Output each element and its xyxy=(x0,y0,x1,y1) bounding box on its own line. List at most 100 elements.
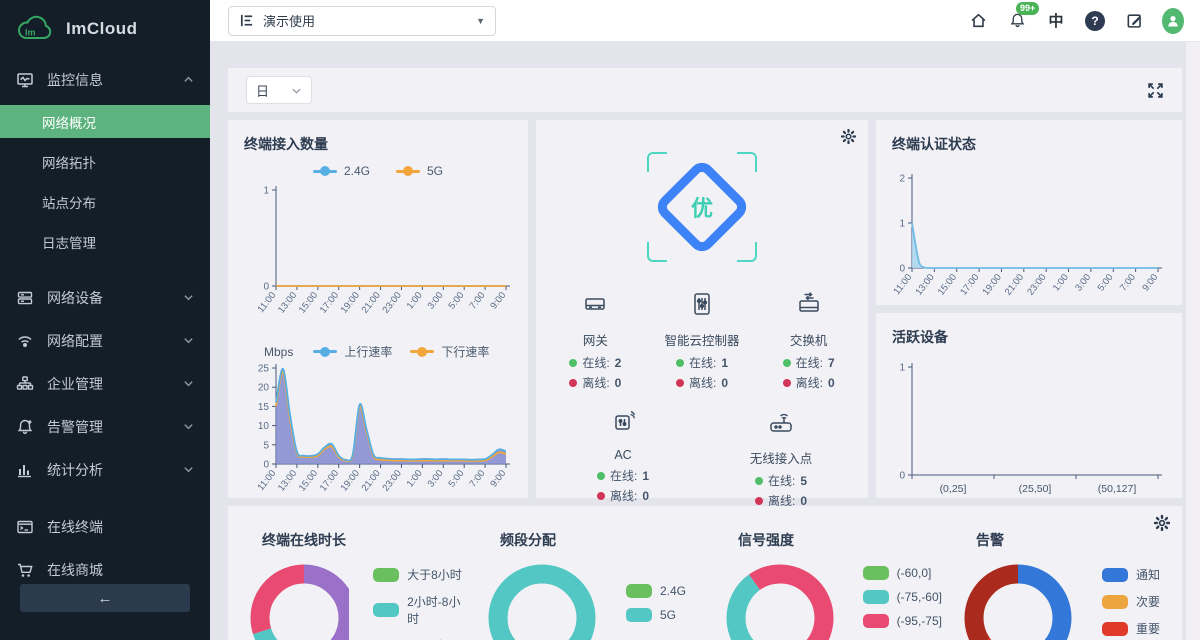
active-devices-chart: 01(0,25](25,50](50,127] xyxy=(876,353,1172,501)
svg-text:15:00: 15:00 xyxy=(297,290,320,316)
sidebar-subitem-network-overview[interactable]: 网络概况 xyxy=(0,105,210,138)
svg-text:11:00: 11:00 xyxy=(255,290,278,315)
section-title: 终端在线时长 xyxy=(262,530,466,550)
online-duration-donut xyxy=(244,558,349,640)
svg-text:23:00: 23:00 xyxy=(381,468,404,494)
gear-icon[interactable] xyxy=(841,129,856,144)
notifications-button[interactable]: 99+ xyxy=(1006,10,1028,32)
gear-icon[interactable] xyxy=(1154,515,1170,531)
sidebar-collapse-button[interactable]: ← xyxy=(20,584,190,612)
rate-chart: 051015202511:0013:0015:0017:0019:0021:00… xyxy=(228,360,520,506)
sidebar-item-statistics[interactable]: 统计分析 xyxy=(0,448,210,491)
scene-selector-value: 演示使用 xyxy=(263,11,315,30)
sidebar-item-online-terminals[interactable]: 在线终端 xyxy=(0,505,210,548)
svg-text:(50,127]: (50,127] xyxy=(1098,483,1137,495)
sidebar-item-alarm-management[interactable]: 告警管理 xyxy=(0,405,210,448)
device-status-row: AC 在线:1 离线:0 无线接入点 在线:5 离线:0 xyxy=(536,408,868,512)
avatar xyxy=(1162,8,1184,34)
donut-legend: 大于8小时 2小时-8小时 30分钟-2小时 xyxy=(373,566,466,640)
sidebar-item-network-devices[interactable]: 网络设备 xyxy=(0,276,210,319)
svg-text:2: 2 xyxy=(899,174,905,185)
card-network-health: 优 网关 在线:2 离线:0 xyxy=(536,120,868,498)
sidebar-subitem-log-management[interactable]: 日志管理 xyxy=(0,222,210,262)
svg-text:21:00: 21:00 xyxy=(360,468,383,494)
subitem-label: 网络拓扑 xyxy=(42,152,96,172)
svg-text:15:00: 15:00 xyxy=(936,272,959,298)
svg-text:15: 15 xyxy=(258,402,270,413)
card-title: 终端认证状态 xyxy=(892,134,1182,154)
svg-text:15:00: 15:00 xyxy=(297,468,320,494)
sidebar-item-enterprise-management[interactable]: 企业管理 xyxy=(0,362,210,405)
chevron-down-icon xyxy=(183,335,194,346)
svg-text:9:00: 9:00 xyxy=(488,290,508,311)
section-title: 告警 xyxy=(976,530,1180,550)
sidebar-item-network-config[interactable]: 网络配置 xyxy=(0,319,210,362)
grade-text: 优 xyxy=(691,191,713,223)
subitem-label: 日志管理 xyxy=(42,232,96,252)
signal-strength-donut xyxy=(720,558,839,640)
device-status-cloud-controller: 智能云控制器 在线:1 离线:0 xyxy=(650,290,754,394)
toolbar: 日 xyxy=(228,68,1182,112)
sidebar-item-label: 告警管理 xyxy=(47,417,103,437)
frame-corner xyxy=(737,242,757,262)
offline-dot xyxy=(783,379,791,387)
scrollbar[interactable] xyxy=(1186,42,1200,640)
language-toggle[interactable]: 中 xyxy=(1045,10,1067,32)
svg-text:17:00: 17:00 xyxy=(958,272,981,298)
chevron-down-icon xyxy=(183,464,194,475)
sidebar-item-label: 网络配置 xyxy=(47,331,103,351)
fullscreen-icon[interactable] xyxy=(1147,82,1164,99)
feedback-button[interactable] xyxy=(1123,10,1145,32)
svg-text:19:00: 19:00 xyxy=(981,272,1004,298)
scene-selector[interactable]: 演示使用 ▼ xyxy=(228,6,496,36)
svg-text:(0,25]: (0,25] xyxy=(940,483,967,495)
sidebar-subitem-site-distribution[interactable]: 站点分布 xyxy=(0,182,210,222)
sidebar-item-label: 监控信息 xyxy=(47,70,103,90)
network-grade: 优 xyxy=(536,142,868,272)
sidebar-item-monitor-info[interactable]: 监控信息 xyxy=(0,58,210,101)
device-status-switch: 交换机 在线:7 离线:0 xyxy=(757,290,861,394)
card-auth-status: 终端认证状态 01211:0013:0015:0017:0019:0021:00… xyxy=(876,120,1182,305)
sidebar-nav: 监控信息 网络概况 网络拓扑 站点分布 日志管理 网络设备 xyxy=(0,58,210,591)
svg-text:17:00: 17:00 xyxy=(318,290,341,316)
home-button[interactable] xyxy=(967,10,989,32)
offline-dot xyxy=(676,379,684,387)
chevron-down-icon xyxy=(183,292,194,303)
sidebar-item-label: 统计分析 xyxy=(47,460,103,480)
chevron-up-icon xyxy=(183,74,194,85)
card-terminal-access: 终端接入数量 2.4G 5G 0111:0013:0015:0017:0019:… xyxy=(228,120,528,498)
svg-text:0: 0 xyxy=(899,471,905,482)
logo-mark: lm xyxy=(25,28,36,38)
svg-text:13:00: 13:00 xyxy=(913,272,936,298)
scene-list-icon xyxy=(239,13,254,28)
caret-down-icon: ▼ xyxy=(476,16,485,26)
help-icon: ? xyxy=(1085,11,1105,31)
right-column: 终端认证状态 01211:0013:0015:0017:0019:0021:00… xyxy=(876,120,1182,498)
logo-text: ImCloud xyxy=(66,19,138,39)
svg-text:1: 1 xyxy=(899,363,905,374)
grade-frame: 优 xyxy=(647,152,757,262)
legend-item-upload: 上行速率 xyxy=(313,343,392,360)
online-dot xyxy=(755,477,763,485)
help-button[interactable]: ? xyxy=(1084,10,1106,32)
user-menu-button[interactable] xyxy=(1162,10,1184,32)
donut-legend: 通知 次要 重要 xyxy=(1102,566,1160,640)
sidebar-subitem-network-topology[interactable]: 网络拓扑 xyxy=(0,142,210,182)
svg-text:13:00: 13:00 xyxy=(276,468,299,494)
svg-text:1: 1 xyxy=(899,219,905,230)
svg-text:17:00: 17:00 xyxy=(318,468,341,494)
topbar-icons: 99+ 中 ? xyxy=(967,10,1184,32)
access-count-chart: 0111:0013:0015:0017:0019:0021:0023:001:0… xyxy=(228,178,520,330)
chevron-down-icon xyxy=(183,378,194,389)
legend-item-download: 下行速率 xyxy=(410,343,489,360)
sidebar-item-label: 企业管理 xyxy=(47,374,103,394)
period-select[interactable]: 日 xyxy=(246,76,312,104)
legend-rate: Mbps 上行速率 下行速率 xyxy=(264,343,528,360)
notification-badge: 99+ xyxy=(1016,2,1039,15)
stats-icon xyxy=(16,461,34,479)
cards-row: 终端接入数量 2.4G 5G 0111:0013:0015:0017:0019:… xyxy=(228,120,1182,498)
device-status-row: 网关 在线:2 离线:0 智能云控制器 在线:1 离线:0 xyxy=(536,290,868,394)
subitem-label: 网络概况 xyxy=(42,112,96,132)
chevron-down-icon xyxy=(291,85,302,96)
mall-icon xyxy=(16,561,34,579)
